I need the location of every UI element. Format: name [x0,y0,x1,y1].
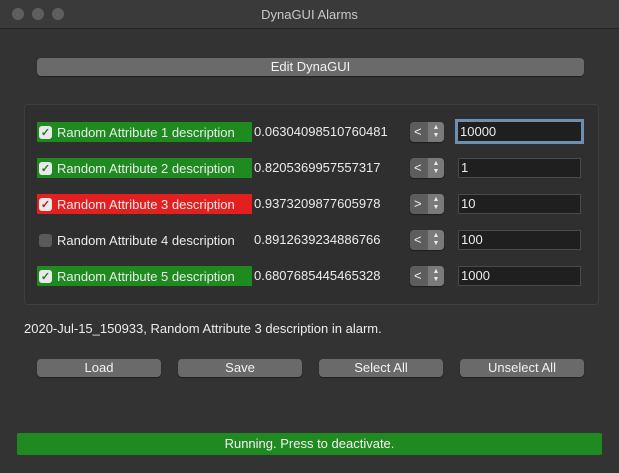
attribute-label: Random Attribute 4 description [57,232,235,248]
comparator-select-1[interactable]: < ▲ ▼ [410,122,444,142]
attribute-value: 0.9373209877605978 [254,196,381,211]
comparator-value: < [414,268,422,283]
app-window: DynaGUI Alarms Edit DynaGUI ✓ Random Att… [0,0,619,473]
attribute-checkbox-3[interactable]: ✓ Random Attribute 3 description [37,194,252,214]
unselect-all-button[interactable]: Unselect All [460,359,584,377]
attribute-value: 0.6807685445465328 [254,268,381,283]
attribute-label: Random Attribute 2 description [57,160,235,176]
threshold-input-4[interactable]: 100 [458,230,581,250]
comparator-select-4[interactable]: < ▲ ▼ [410,230,444,250]
attribute-label: Random Attribute 3 description [57,196,235,212]
updown-chevron-icon: ▲ ▼ [428,266,444,286]
threshold-input-5[interactable]: 1000 [458,266,581,286]
attribute-value: 0.8205369957557317 [254,160,381,175]
updown-chevron-icon: ▲ ▼ [428,194,444,214]
checkmark-icon: ✓ [39,269,52,283]
attribute-label: Random Attribute 5 description [57,268,235,284]
comparator-select-3[interactable]: > ▲ ▼ [410,194,444,214]
attribute-value: 0.8912639234886766 [254,232,381,247]
comparator-value: < [414,124,422,139]
attribute-checkbox-1[interactable]: ✓ Random Attribute 1 description [37,122,252,142]
unchecked-box-icon [39,233,52,247]
select-all-button[interactable]: Select All [319,359,443,377]
comparator-select-2[interactable]: < ▲ ▼ [410,158,444,178]
checkmark-icon: ✓ [39,197,52,211]
window-title: DynaGUI Alarms [261,7,358,22]
attribute-checkbox-5[interactable]: ✓ Random Attribute 5 description [37,266,252,286]
load-button[interactable]: Load [37,359,161,377]
title-bar: DynaGUI Alarms [0,0,619,29]
attribute-value: 0.06304098510760481 [254,124,388,139]
threshold-input-2[interactable]: 1 [458,158,581,178]
comparator-value: < [414,160,422,175]
updown-chevron-icon: ▲ ▼ [428,230,444,250]
attribute-checkbox-2[interactable]: ✓ Random Attribute 2 description [37,158,252,178]
comparator-value: > [414,196,422,211]
checkmark-icon: ✓ [39,125,52,139]
attribute-label: Random Attribute 1 description [57,124,235,140]
alarm-status-message: 2020-Jul-15_150933, Random Attribute 3 d… [24,321,382,336]
updown-chevron-icon: ▲ ▼ [428,158,444,178]
updown-chevron-icon: ▲ ▼ [428,122,444,142]
checkmark-icon: ✓ [39,161,52,175]
save-button[interactable]: Save [178,359,302,377]
comparator-select-5[interactable]: < ▲ ▼ [410,266,444,286]
attribute-checkbox-4[interactable]: Random Attribute 4 description [37,230,252,250]
running-toggle-button[interactable]: Running. Press to deactivate. [17,433,602,455]
threshold-input-3[interactable]: 10 [458,194,581,214]
comparator-value: < [414,232,422,247]
edit-dynagui-button[interactable]: Edit DynaGUI [37,58,584,76]
threshold-input-1[interactable]: 10000 [455,119,584,144]
